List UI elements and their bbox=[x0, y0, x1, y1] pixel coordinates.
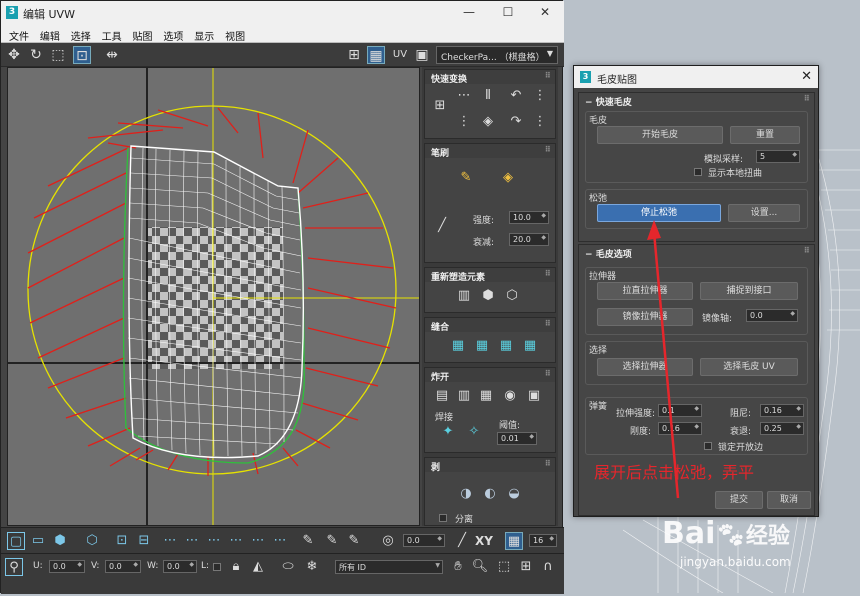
watermark-url: jingyan.baidu.com bbox=[680, 555, 791, 569]
paw-icon: 🐾︎ bbox=[715, 521, 746, 549]
watermark-brand2-text: 经验 bbox=[745, 524, 790, 549]
annotation-text: 展开后点击松弛，弄平 bbox=[594, 463, 755, 482]
watermark-brand: Bai🐾︎经验 bbox=[662, 516, 790, 551]
watermark-brand-text: Bai bbox=[662, 516, 716, 551]
annotation-arrow bbox=[647, 220, 680, 499]
